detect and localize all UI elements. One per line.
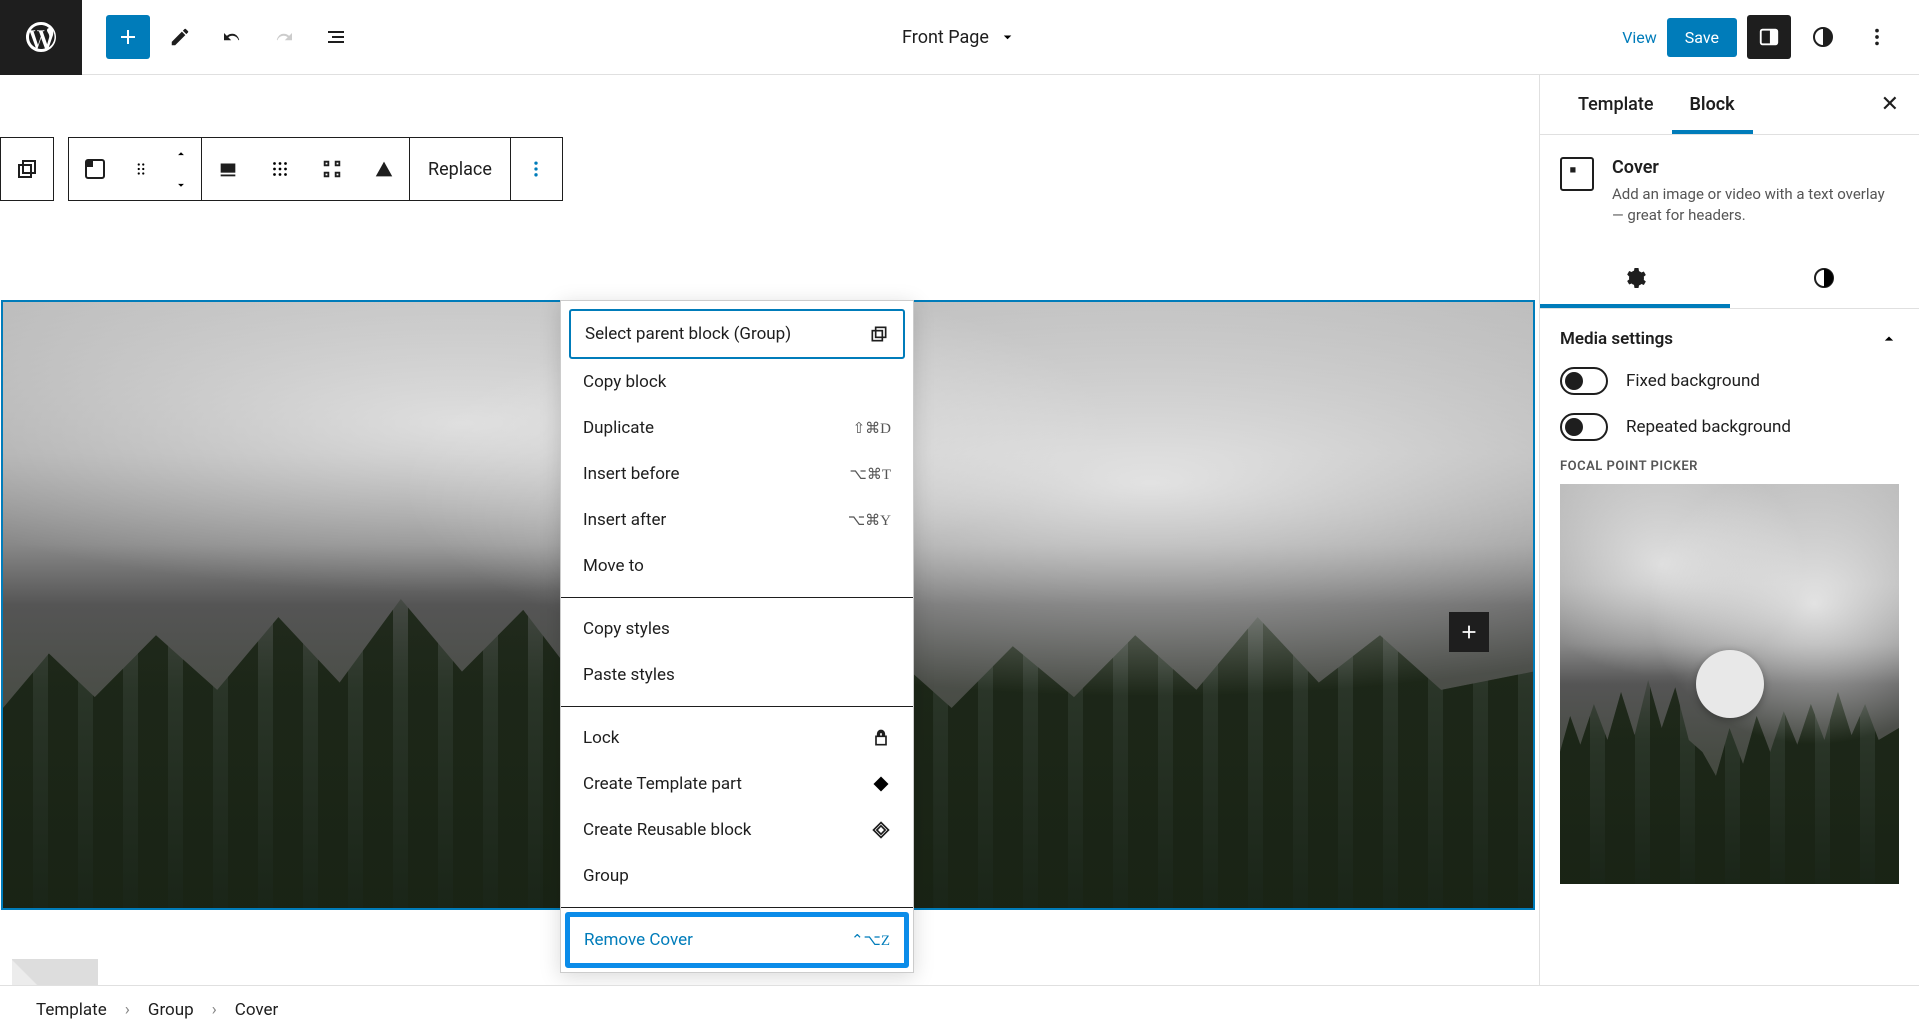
wordpress-logo[interactable] — [0, 0, 82, 75]
menu-lock[interactable]: Lock — [569, 715, 905, 761]
tab-block[interactable]: Block — [1672, 75, 1753, 134]
view-link[interactable]: View — [1622, 28, 1657, 47]
menu-paste-styles[interactable]: Paste styles — [569, 652, 905, 698]
media-settings-panel: Media settings Fixed background Repeated… — [1540, 309, 1919, 904]
group-icon — [869, 324, 889, 344]
list-view-button[interactable] — [314, 15, 358, 59]
menu-select-parent[interactable]: Select parent block (Group) — [569, 309, 905, 359]
main-layout: Replace Select parent block (Group) Copy… — [0, 75, 1919, 1033]
save-button[interactable]: Save — [1667, 18, 1737, 57]
focal-point-picker[interactable] — [1560, 484, 1899, 884]
move-down-button[interactable] — [161, 169, 201, 200]
add-block-button[interactable] — [106, 15, 150, 59]
block-toolbar: Replace — [0, 137, 563, 201]
diamond-icon — [871, 774, 891, 794]
menu-remove-cover[interactable]: Remove Cover⌃⌥Z — [565, 912, 909, 968]
more-options-button[interactable] — [1855, 15, 1899, 59]
focal-point-label: FOCAL POINT PICKER — [1560, 459, 1899, 474]
chevron-right-icon: › — [212, 1000, 217, 1020]
media-settings-toggle[interactable]: Media settings — [1560, 329, 1899, 349]
move-up-button[interactable] — [161, 138, 201, 169]
styles-button[interactable] — [1801, 15, 1845, 59]
repeated-background-label: Repeated background — [1626, 417, 1791, 437]
subtab-styles[interactable] — [1730, 248, 1919, 308]
menu-group[interactable]: Group — [569, 853, 905, 899]
contrast-icon — [1812, 266, 1836, 290]
block-description: Add an image or video with a text overla… — [1612, 184, 1899, 226]
lock-icon — [871, 728, 891, 748]
undo-button[interactable] — [210, 15, 254, 59]
topbar-actions: View Save — [1622, 15, 1919, 59]
duotone-button[interactable] — [358, 138, 410, 200]
sidebar-tabs: Template Block ✕ — [1540, 75, 1919, 135]
block-breadcrumb: Template › Group › Cover — [0, 985, 1919, 1033]
fixed-background-label: Fixed background — [1626, 371, 1760, 391]
settings-subtabs — [1540, 248, 1919, 309]
close-sidebar-button[interactable]: ✕ — [1881, 92, 1899, 117]
align-button[interactable] — [202, 138, 254, 200]
sidebar-toggle-button[interactable] — [1747, 15, 1791, 59]
move-up-down[interactable] — [161, 138, 201, 200]
menu-duplicate[interactable]: Duplicate⇧⌘D — [569, 405, 905, 451]
breadcrumb-item[interactable]: Cover — [235, 1000, 279, 1020]
settings-sidebar: Template Block ✕ Cover Add an image or v… — [1539, 75, 1919, 1033]
breadcrumb-item[interactable]: Group — [148, 1000, 194, 1020]
fixed-background-toggle[interactable] — [1560, 367, 1608, 395]
add-inner-block-button[interactable] — [1449, 612, 1489, 652]
diamond-outline-icon — [871, 820, 891, 840]
subtab-settings[interactable] — [1540, 248, 1730, 308]
redo-button[interactable] — [262, 15, 306, 59]
repeated-background-toggle[interactable] — [1560, 413, 1608, 441]
menu-copy-block[interactable]: Copy block — [569, 359, 905, 405]
chevron-up-icon — [1879, 329, 1899, 349]
menu-copy-styles[interactable]: Copy styles — [569, 606, 905, 652]
editor-canvas: Replace Select parent block (Group) Copy… — [0, 75, 1539, 1033]
chevron-right-icon: › — [125, 1000, 130, 1020]
page-title: Front Page — [902, 27, 989, 48]
block-info: Cover Add an image or video with a text … — [1540, 135, 1919, 248]
top-bar: Front Page View Save — [0, 0, 1919, 75]
chevron-down-icon — [999, 28, 1017, 46]
cover-block-icon — [1560, 157, 1594, 191]
block-options-button[interactable] — [510, 138, 562, 200]
menu-create-reusable[interactable]: Create Reusable block — [569, 807, 905, 853]
block-type-button[interactable] — [69, 138, 121, 200]
select-parent-button[interactable] — [1, 138, 53, 200]
drag-handle[interactable] — [121, 138, 161, 200]
edit-mode-button[interactable] — [158, 15, 202, 59]
block-name: Cover — [1612, 157, 1899, 178]
menu-insert-after[interactable]: Insert after⌥⌘Y — [569, 497, 905, 543]
block-options-menu: Select parent block (Group) Copy block D… — [560, 300, 914, 973]
replace-media-button[interactable]: Replace — [410, 138, 510, 200]
tab-template[interactable]: Template — [1560, 75, 1672, 134]
menu-create-template[interactable]: Create Template part — [569, 761, 905, 807]
content-position-button[interactable] — [254, 138, 306, 200]
document-title[interactable]: Front Page — [902, 27, 1017, 48]
fullheight-button[interactable] — [306, 138, 358, 200]
focal-point-handle[interactable] — [1696, 650, 1764, 718]
menu-move-to[interactable]: Move to — [569, 543, 905, 589]
menu-insert-before[interactable]: Insert before⌥⌘T — [569, 451, 905, 497]
gear-icon — [1623, 266, 1647, 290]
breadcrumb-item[interactable]: Template — [36, 1000, 107, 1020]
topbar-tools — [82, 15, 358, 59]
